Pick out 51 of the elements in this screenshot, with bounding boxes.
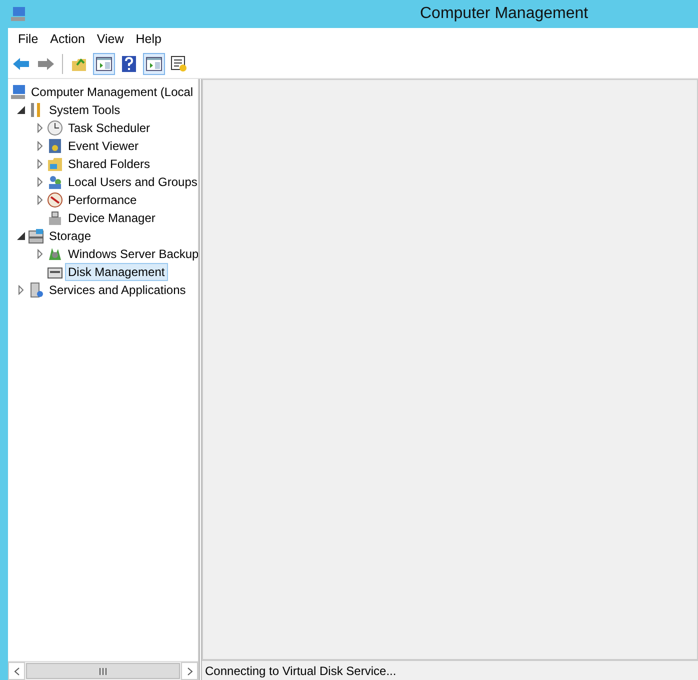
tree-item[interactable]: Shared Folders: [65, 155, 154, 173]
tree-item[interactable]: Task Scheduler: [65, 119, 154, 137]
folder-icon: [71, 56, 87, 72]
pane-icon: [146, 57, 162, 71]
help-icon: [122, 56, 136, 72]
menu-item[interactable]: View: [90, 32, 130, 46]
expand-icon[interactable]: [35, 177, 45, 187]
tree-item[interactable]: System Tools: [46, 101, 124, 119]
grip-icon: [99, 668, 107, 674]
window-title: Computer Management: [420, 5, 588, 23]
chevron-right-icon: [186, 666, 192, 676]
users-icon: [47, 174, 63, 190]
expand-icon[interactable]: [35, 249, 45, 259]
server-icon: [28, 282, 44, 298]
tree-item[interactable]: Disk Management: [65, 263, 168, 281]
event-log-icon: [47, 138, 63, 154]
computer-icon: [10, 84, 26, 100]
shared-folder-icon: [47, 156, 63, 172]
scroll-left-button[interactable]: [8, 662, 25, 680]
pane-button[interactable]: [93, 53, 115, 75]
menu-item[interactable]: Help: [130, 32, 168, 46]
pane-button[interactable]: [143, 53, 165, 75]
scroll-thumb[interactable]: [26, 663, 180, 679]
expand-icon[interactable]: [35, 159, 45, 169]
backup-icon: [47, 246, 63, 262]
scroll-right-button[interactable]: [181, 662, 198, 680]
tree-item[interactable]: Local Users and Groups: [65, 173, 198, 191]
tree-item[interactable]: Event Viewer: [65, 137, 142, 155]
tree-item[interactable]: Services and Applications: [46, 281, 189, 299]
pane-icon: [96, 57, 112, 71]
tree-item[interactable]: Performance: [65, 191, 140, 209]
collapse-icon[interactable]: [16, 231, 26, 241]
expand-icon[interactable]: [35, 141, 45, 151]
collapse-icon[interactable]: [16, 105, 26, 115]
status-text: Connecting to Virtual Disk Service...: [205, 664, 396, 678]
tree-item[interactable]: Storage: [46, 227, 94, 245]
clock-icon: [47, 120, 63, 136]
chevron-left-icon: [14, 666, 20, 676]
menu-item[interactable]: File: [12, 32, 44, 46]
tree-item[interactable]: Device Manager: [65, 209, 158, 227]
expand-icon[interactable]: [16, 285, 26, 295]
storage-icon: [28, 228, 44, 244]
gauge-icon: [47, 192, 63, 208]
properties-icon: [171, 56, 187, 72]
tree-item[interactable]: Computer Management (Local: [28, 83, 196, 101]
expand-icon[interactable]: [35, 195, 45, 205]
computer-icon: [10, 6, 26, 22]
device-icon: [47, 210, 63, 226]
expand-icon[interactable]: [35, 123, 45, 133]
menu-item[interactable]: Action: [44, 32, 91, 46]
tree-item[interactable]: Windows Server Backup: [65, 245, 198, 263]
